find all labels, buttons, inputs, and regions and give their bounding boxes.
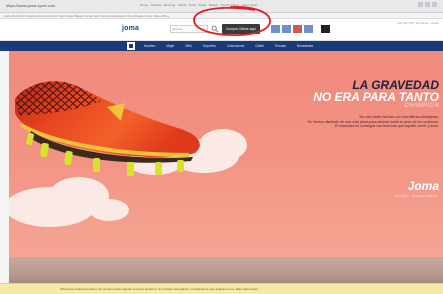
nav-item-nino[interactable]: Niño [185, 41, 192, 51]
browser-chrome: https://www.joma-sport.com Home · Notici… [0, 0, 443, 13]
nav-item-tiendas[interactable]: Tiendas [275, 41, 286, 51]
minimize-icon[interactable] [418, 2, 423, 7]
search-icon[interactable] [211, 25, 219, 33]
address-bar[interactable]: https://www.joma-sport.com [6, 3, 55, 8]
hero-banner[interactable]: LA GRAVEDAD NO ERA PARA TANTO CHAMPION N… [9, 51, 443, 283]
facebook-icon[interactable] [271, 25, 280, 33]
main-nav: Hombre Mujer Niño Deportes Colecciones O… [0, 41, 443, 51]
buy-online-button[interactable]: Compra Online aquí [222, 24, 260, 34]
hero-copy: No sólo están hechas con microfibras ult… [239, 115, 439, 129]
close-icon[interactable] [432, 2, 437, 7]
browser-tabs[interactable]: Home · Noticias · Running · Fútbol · Ten… [140, 3, 257, 7]
page-margin [0, 51, 9, 283]
cookie-banner[interactable]: Utilizamos cookies propias y de terceros… [0, 283, 443, 294]
nav-items: Hombre Mujer Niño Deportes Colecciones O… [144, 41, 313, 51]
site-header: joma Buscar Compra Online aquí ES | EN |… [0, 19, 443, 41]
cloud [89, 199, 129, 221]
nav-item-novedades[interactable]: Novedades [297, 41, 313, 51]
brand-tagline: Joma Sport · Champion Collection [393, 194, 439, 198]
nav-item-deportes[interactable]: Deportes [203, 41, 216, 51]
product-name: CHAMPION [404, 103, 439, 109]
football-boot-image [15, 81, 200, 176]
home-icon[interactable] [127, 42, 135, 50]
site-logo[interactable]: joma [122, 25, 139, 32]
nav-item-colecciones[interactable]: Colecciones [227, 41, 244, 51]
maximize-icon[interactable] [425, 2, 430, 7]
twitter-icon[interactable] [282, 25, 291, 33]
instagram-icon[interactable] [304, 25, 313, 33]
hero-headline-line-2: NO ERA PARA TANTO [313, 90, 439, 104]
header-links[interactable]: ES | EN | FR · Mi cuenta · Carrito [398, 21, 439, 25]
brand-logo: Joma [407, 179, 439, 193]
window-controls[interactable] [418, 2, 437, 7]
cart-icon[interactable] [321, 25, 330, 33]
ground-strip [9, 257, 443, 283]
nav-item-outlet[interactable]: Outlet [255, 41, 264, 51]
social-icons [271, 25, 330, 33]
hero-copy-line: El resultado es conseguir ese flow tras … [335, 124, 439, 129]
cookie-banner-text: Utilizamos cookies propias y de terceros… [60, 287, 258, 291]
search-input[interactable]: Buscar [170, 25, 208, 33]
nav-item-hombre[interactable]: Hombre [144, 41, 155, 51]
youtube-icon[interactable] [293, 25, 302, 33]
nav-item-mujer[interactable]: Mujer [166, 41, 174, 51]
